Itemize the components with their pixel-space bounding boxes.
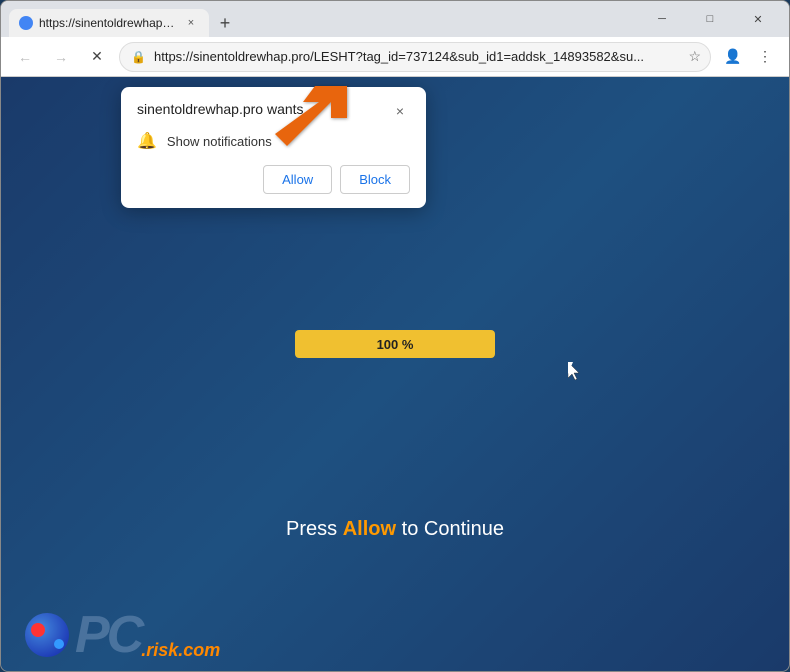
browser-window: https://sinentoldrewhap.pro/LES × + ─ □ … [0, 0, 790, 672]
bookmark-icon[interactable]: ☆ [688, 48, 701, 65]
minimize-button[interactable]: ─ [639, 1, 685, 37]
allow-button[interactable]: Allow [263, 165, 332, 194]
menu-button[interactable]: ⋮ [751, 43, 779, 71]
lock-icon: 🔒 [131, 50, 146, 64]
popup-close-button[interactable]: × [390, 101, 410, 121]
progress-bar: 100 % [295, 330, 495, 358]
press-before: Press [286, 518, 337, 540]
progress-container: 100 % [295, 330, 495, 358]
address-bar: ← → ✕ 🔒 https://sinentoldrewhap.pro/LESH… [1, 37, 789, 77]
block-button[interactable]: Block [340, 165, 410, 194]
logo-text-container: PC .risk.com [75, 609, 220, 661]
tab-area: https://sinentoldrewhap.pro/LES × + [9, 1, 625, 37]
toolbar-icons: 👤 ⋮ [719, 43, 779, 71]
pcrisk-logo: PC .risk.com [25, 609, 220, 661]
tab-title: https://sinentoldrewhap.pro/LES [39, 16, 177, 30]
address-wrapper: 🔒 https://sinentoldrewhap.pro/LESHT?tag_… [119, 42, 711, 72]
close-button[interactable]: ✕ [735, 1, 781, 37]
window-controls: ─ □ ✕ [639, 1, 781, 37]
tab-favicon [19, 16, 33, 30]
press-allow-text: Press Allow to Continue [286, 518, 504, 541]
new-tab-button[interactable]: + [211, 9, 239, 37]
title-bar: https://sinentoldrewhap.pro/LES × + ─ □ … [1, 1, 789, 37]
press-after: to Continue [402, 518, 504, 540]
orange-arrow [271, 82, 351, 162]
popup-buttons: Allow Block [137, 165, 410, 194]
address-input[interactable]: https://sinentoldrewhap.pro/LESHT?tag_id… [119, 42, 711, 72]
profile-button[interactable]: 👤 [719, 43, 747, 71]
page-content: sinentoldrewhap.pro wants × 🔔 Show notif… [1, 77, 789, 671]
risk-text: .risk.com [141, 640, 220, 661]
progress-label: 100 % [377, 337, 414, 352]
notification-text: Show notifications [167, 134, 272, 149]
pc-text: PC [75, 609, 141, 661]
bell-icon: 🔔 [137, 131, 157, 151]
tab-close-button[interactable]: × [183, 15, 199, 31]
active-tab[interactable]: https://sinentoldrewhap.pro/LES × [9, 9, 209, 37]
allow-word: Allow [343, 518, 396, 540]
pc-ball-icon [25, 613, 69, 657]
maximize-button[interactable]: □ [687, 1, 733, 37]
back-button[interactable]: ← [11, 43, 39, 71]
reload-button[interactable]: ✕ [83, 43, 111, 71]
forward-button[interactable]: → [47, 43, 75, 71]
mouse-cursor [568, 362, 580, 380]
